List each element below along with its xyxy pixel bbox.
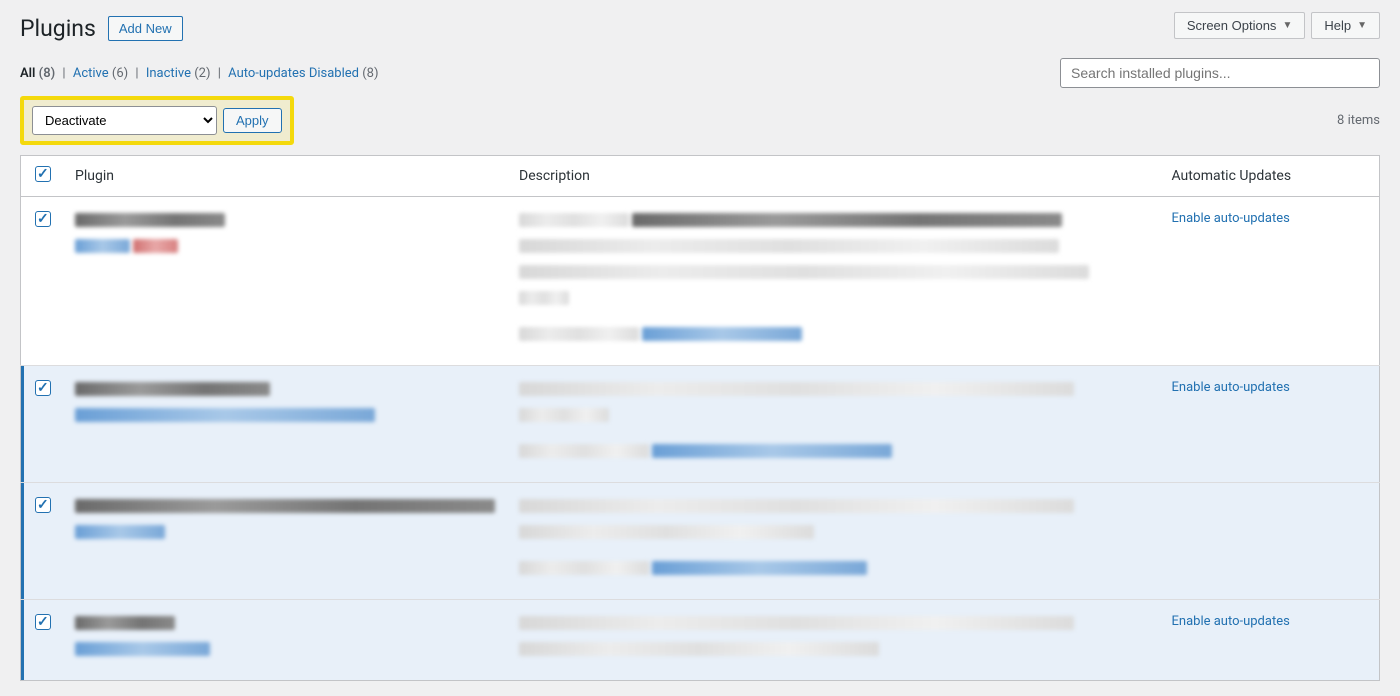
redacted-text xyxy=(519,642,879,656)
redacted-text xyxy=(652,561,867,575)
redacted-text xyxy=(75,499,495,513)
redacted-text xyxy=(519,444,649,458)
table-row: Enable auto-updates xyxy=(21,366,1380,483)
select-all-checkbox[interactable] xyxy=(35,166,51,182)
redacted-text xyxy=(75,382,270,396)
redacted-text xyxy=(519,213,629,227)
filter-tabs: All (8) | Active (6) | Inactive (2) | Au… xyxy=(20,66,379,81)
row-checkbox[interactable] xyxy=(35,211,51,227)
redacted-text xyxy=(519,382,1074,396)
redacted-text xyxy=(632,213,1062,227)
chevron-down-icon: ▼ xyxy=(1357,20,1367,31)
redacted-text xyxy=(652,444,892,458)
items-count: 8 items xyxy=(1337,113,1380,128)
filter-all[interactable]: All (8) xyxy=(20,66,55,81)
chevron-down-icon: ▼ xyxy=(1282,20,1292,31)
redacted-text xyxy=(75,525,165,539)
filter-active[interactable]: Active (6) xyxy=(73,66,128,81)
enable-auto-updates-link[interactable]: Enable auto-updates xyxy=(1172,380,1290,395)
bulk-action-select[interactable]: Deactivate xyxy=(32,106,217,135)
redacted-text xyxy=(75,642,210,656)
help-label: Help xyxy=(1324,18,1351,33)
row-checkbox[interactable] xyxy=(35,380,51,396)
redacted-text xyxy=(75,408,375,422)
screen-options-label: Screen Options xyxy=(1187,18,1277,33)
redacted-text xyxy=(519,561,649,575)
add-new-button[interactable]: Add New xyxy=(108,16,183,41)
enable-auto-updates-link[interactable]: Enable auto-updates xyxy=(1172,614,1290,629)
plugins-table: Plugin Description Automatic Updates Ena… xyxy=(20,155,1380,681)
redacted-text xyxy=(75,213,225,227)
apply-button[interactable]: Apply xyxy=(223,108,282,133)
redacted-text xyxy=(519,327,639,341)
page-title: Plugins xyxy=(20,15,96,42)
redacted-text xyxy=(75,239,130,253)
redacted-text xyxy=(642,327,802,341)
screen-options-button[interactable]: Screen Options ▼ xyxy=(1174,12,1306,39)
filter-auto-updates-disabled[interactable]: Auto-updates Disabled (8) xyxy=(228,66,378,81)
col-auto-updates[interactable]: Automatic Updates xyxy=(1160,156,1380,197)
redacted-text xyxy=(133,239,178,253)
table-row: Enable auto-updates xyxy=(21,600,1380,681)
col-plugin[interactable]: Plugin xyxy=(63,156,507,197)
redacted-text xyxy=(519,525,814,539)
redacted-text xyxy=(519,499,1074,513)
enable-auto-updates-link[interactable]: Enable auto-updates xyxy=(1172,211,1290,226)
redacted-text xyxy=(519,265,1089,279)
bulk-actions-highlight: Deactivate Apply xyxy=(20,96,294,145)
help-button[interactable]: Help ▼ xyxy=(1311,12,1380,39)
table-row xyxy=(21,483,1380,600)
table-row: Enable auto-updates xyxy=(21,197,1380,366)
redacted-text xyxy=(519,239,1059,253)
redacted-text xyxy=(519,408,609,422)
col-description[interactable]: Description xyxy=(507,156,1160,197)
filter-inactive[interactable]: Inactive (2) xyxy=(146,66,211,81)
redacted-text xyxy=(519,291,569,305)
search-input[interactable] xyxy=(1060,58,1380,88)
row-checkbox[interactable] xyxy=(35,497,51,513)
